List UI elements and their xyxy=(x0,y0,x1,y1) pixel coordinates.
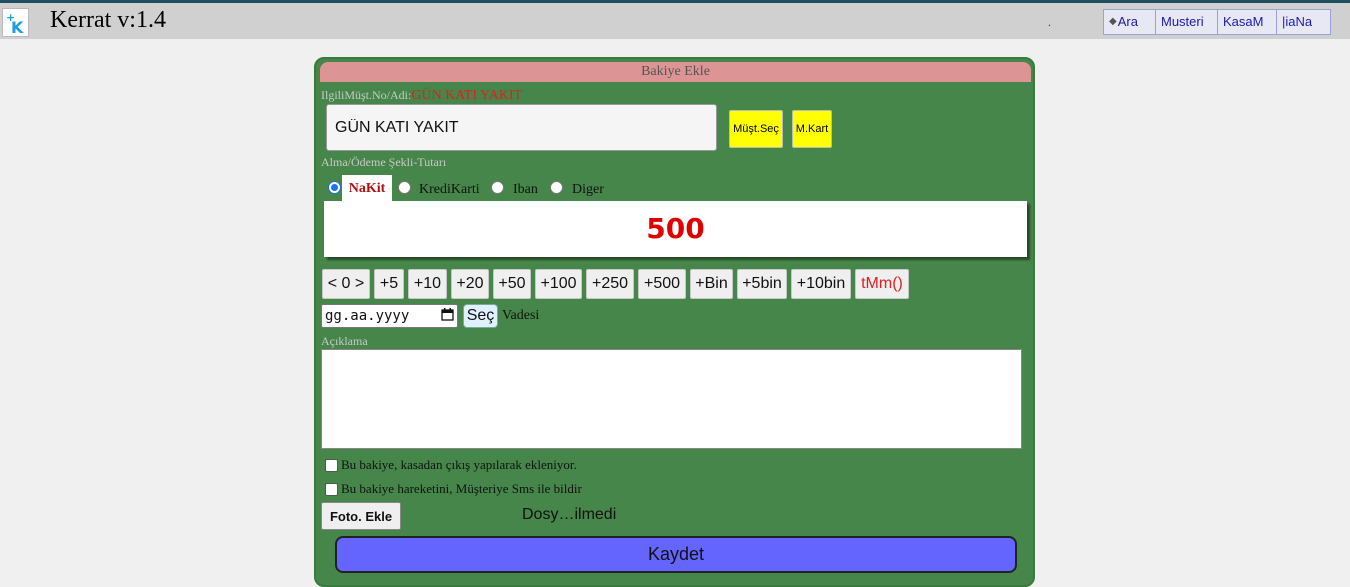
due-date-input[interactable]: gg.aa.yyyy xyxy=(321,304,458,328)
add-5-button[interactable]: +5 xyxy=(374,269,404,299)
top-nav: ◆ Ara Musteri KasaM |iaNa xyxy=(1103,9,1331,35)
amount-input[interactable]: 500 xyxy=(324,201,1027,257)
radio-other[interactable] xyxy=(550,181,563,194)
payment-label: Alma/Ödeme Şekli-Tutarı xyxy=(321,155,447,169)
add-500-button[interactable]: +500 xyxy=(638,269,686,299)
app-logo[interactable]: + K xyxy=(2,8,29,37)
nav-ilana[interactable]: |iaNa xyxy=(1277,10,1330,34)
nav-search[interactable]: ◆ Ara xyxy=(1104,10,1156,34)
customer-input[interactable] xyxy=(326,104,717,151)
save-button[interactable]: Kaydet xyxy=(335,536,1017,573)
date-placeholder: gg.aa.yyyy xyxy=(325,308,410,324)
payment-cash-label[interactable]: NaKit xyxy=(342,175,392,203)
m-card-button[interactable]: M.Kart xyxy=(792,110,832,148)
diamond-icon: ◆ xyxy=(1109,16,1117,27)
checkbox-row-sms: Bu bakiye hareketini, Müşteriye Sms ile … xyxy=(325,481,582,497)
nav-search-label: Ara xyxy=(1117,14,1138,29)
add-250-button[interactable]: +250 xyxy=(586,269,634,299)
header-separator: . xyxy=(1048,15,1051,29)
date-select-button[interactable]: Seç xyxy=(463,304,498,328)
payment-other-label[interactable]: Diger xyxy=(572,182,604,198)
description-label: Açıklama xyxy=(321,334,368,348)
payment-credit-card-label[interactable]: KrediKarti xyxy=(419,182,480,198)
due-label: Vadesi xyxy=(502,308,540,323)
calendar-icon[interactable] xyxy=(441,307,454,325)
file-status: Dosy…ilmedi xyxy=(522,506,617,523)
add-50-button[interactable]: +50 xyxy=(493,269,531,299)
radio-iban[interactable] xyxy=(491,181,504,194)
customer-label: IlgiliMüşt.No/Adi:GÜN KATI YAKIT xyxy=(321,88,522,104)
cashbox-checkbox[interactable] xyxy=(325,458,338,472)
tmm-button[interactable]: tMm() xyxy=(855,269,909,299)
add-10000-button[interactable]: +10bin xyxy=(791,269,851,299)
nav-customer[interactable]: Musteri xyxy=(1156,10,1218,34)
app-title: Kerrat v:1.4 xyxy=(50,7,166,33)
sms-checkbox-label[interactable]: Bu bakiye hareketini, Müşteriye Sms ile … xyxy=(341,481,582,497)
radio-cash[interactable] xyxy=(328,181,341,194)
nav-cashbox[interactable]: KasaM xyxy=(1218,10,1277,34)
add-5000-button[interactable]: +5bin xyxy=(737,269,787,299)
select-customer-button[interactable]: Müşt.Seç xyxy=(729,110,783,148)
sms-checkbox[interactable] xyxy=(325,482,338,496)
description-textarea[interactable] xyxy=(321,349,1022,449)
add-photo-button[interactable]: Foto. Ekle xyxy=(321,502,401,530)
add-100-button[interactable]: +100 xyxy=(535,269,582,299)
svg-text:K: K xyxy=(11,18,24,37)
checkbox-row-cashbox: Bu bakiye, kasadan çıkış yapılarak eklen… xyxy=(325,457,577,473)
customer-label-text: IlgiliMüşt.No/Adi: xyxy=(321,88,412,102)
radio-credit-card[interactable] xyxy=(398,181,411,194)
payment-iban-label[interactable]: Iban xyxy=(513,182,538,198)
add-20-button[interactable]: +20 xyxy=(451,269,489,299)
add-10-button[interactable]: +10 xyxy=(408,269,447,299)
cashbox-checkbox-label[interactable]: Bu bakiye, kasadan çıkış yapılarak eklen… xyxy=(341,457,577,473)
customer-name-inline: GÜN KATI YAKIT xyxy=(411,88,523,103)
app-header: + K Kerrat v:1.4 . ◆ Ara Musteri KasaM |… xyxy=(0,3,1350,39)
balance-form-panel: Bakiye Ekle IlgiliMüşt.No/Adi:GÜN KATI Y… xyxy=(314,57,1035,587)
reset-amount-button[interactable]: < 0 > xyxy=(322,269,370,299)
form-title: Bakiye Ekle xyxy=(320,62,1031,82)
add-1000-button[interactable]: +Bin xyxy=(690,269,733,299)
